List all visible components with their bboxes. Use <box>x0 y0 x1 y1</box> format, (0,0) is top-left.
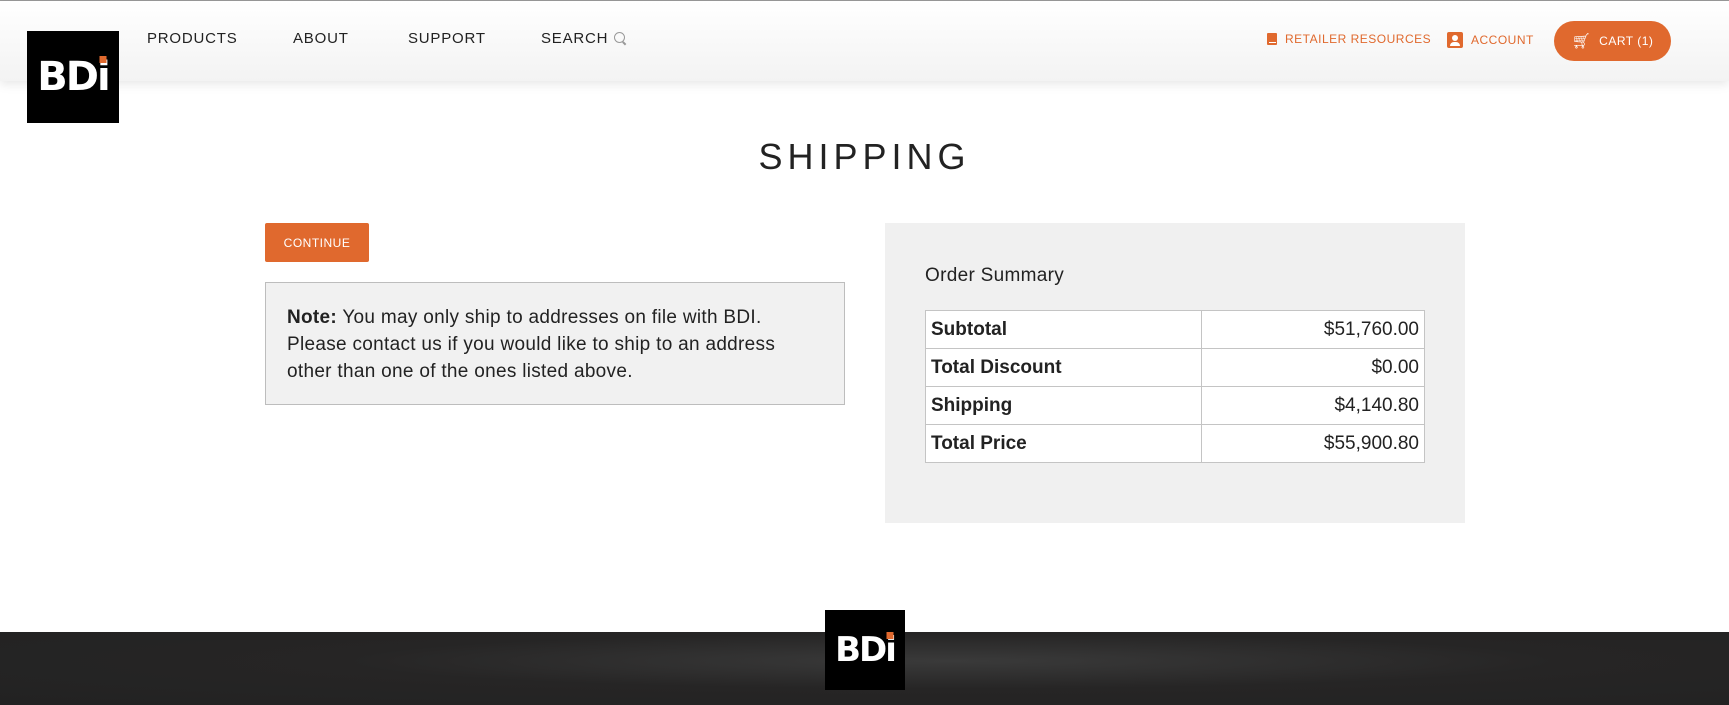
table-row: Total Discount $0.00 <box>925 348 1425 387</box>
page-title: SHIPPING <box>758 136 971 177</box>
footer-logo[interactable]: BD i <box>825 610 905 690</box>
total-price-label: Total Price <box>925 424 1202 463</box>
account-link[interactable]: ACCOUNT <box>1447 32 1534 48</box>
site-header: PRODUCTS ABOUT SUPPORT SEARCH RETAILER R… <box>0 1 1729 81</box>
shipping-value: $4,140.80 <box>1201 386 1425 425</box>
shipping-label: Shipping <box>925 386 1202 425</box>
total-discount-value: $0.00 <box>1201 348 1425 387</box>
order-summary-title: Order Summary <box>925 265 1065 286</box>
account-label: ACCOUNT <box>1471 33 1534 47</box>
nav-search-label: SEARCH <box>541 30 609 47</box>
subtotal-value: $51,760.00 <box>1201 310 1425 349</box>
search-icon <box>614 32 627 45</box>
nav-about[interactable]: ABOUT <box>293 30 349 47</box>
cart-label: CART (1) <box>1599 34 1654 48</box>
order-summary-table: Subtotal $51,760.00 Total Discount $0.00… <box>925 310 1425 463</box>
footer-logo-text: BD <box>835 630 887 670</box>
cart-button[interactable]: 🛒︎ CART (1) <box>1554 21 1671 61</box>
nav-products[interactable]: PRODUCTS <box>147 30 238 47</box>
retailer-resources-link[interactable]: RETAILER RESOURCES <box>1267 32 1431 46</box>
nav-support[interactable]: SUPPORT <box>408 30 486 47</box>
order-summary-panel: Order Summary Subtotal $51,760.00 Total … <box>885 223 1465 523</box>
retailer-resources-label: RETAILER RESOURCES <box>1285 32 1432 46</box>
subtotal-label: Subtotal <box>925 310 1202 349</box>
footer-logo-text-i: i <box>885 630 897 670</box>
logo-text-i: i <box>96 54 111 100</box>
cart-icon: 🛒︎ <box>1571 31 1592 50</box>
total-discount-label: Total Discount <box>925 348 1202 387</box>
nav-search[interactable]: SEARCH <box>541 30 627 47</box>
total-price-value: $55,900.80 <box>1201 424 1425 463</box>
note-text: You may only ship to addresses on file w… <box>287 307 776 382</box>
continue-button[interactable]: CONTINUE <box>265 223 369 262</box>
account-icon <box>1447 32 1463 48</box>
shipping-note: Note: You may only ship to addresses on … <box>265 282 845 405</box>
table-row: Subtotal $51,760.00 <box>925 310 1425 349</box>
book-icon <box>1267 33 1277 45</box>
table-row: Total Price $55,900.80 <box>925 424 1425 463</box>
logo-text: BD <box>37 54 99 100</box>
table-row: Shipping $4,140.80 <box>925 386 1425 425</box>
note-label: Note: <box>287 307 338 328</box>
header-logo[interactable]: BD i <box>27 31 119 123</box>
